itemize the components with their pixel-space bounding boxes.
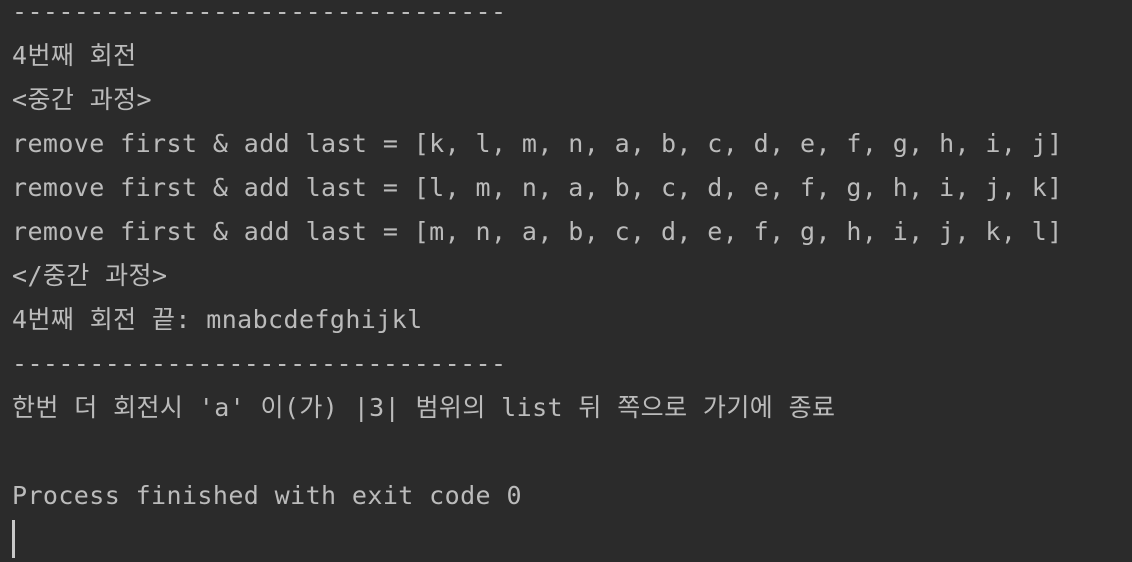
separator-line: -------------------------------- xyxy=(12,0,507,26)
rotation-result: 4번째 회전 끝: mnabcdefghijkl xyxy=(12,305,423,334)
process-open-tag: <중간 과정> xyxy=(12,85,152,114)
rotation-header: 4번째 회전 xyxy=(12,41,137,70)
console-output[interactable]: -------------------------------- 4번째 회전 … xyxy=(0,0,1132,562)
output-line: remove first & add last = [l, m, n, a, b… xyxy=(12,173,1063,202)
separator-line: -------------------------------- xyxy=(12,349,507,378)
output-line: remove first & add last = [k, l, m, n, a… xyxy=(12,129,1063,158)
termination-message: 한번 더 회전시 'a' 이(가) |3| 범위의 list 뒤 쪽으로 가기에… xyxy=(12,393,836,422)
text-cursor xyxy=(12,520,15,558)
exit-status-line: Process finished with exit code 0 xyxy=(12,481,522,510)
process-close-tag: </중간 과정> xyxy=(12,261,168,290)
output-line: remove first & add last = [m, n, a, b, c… xyxy=(12,217,1063,246)
